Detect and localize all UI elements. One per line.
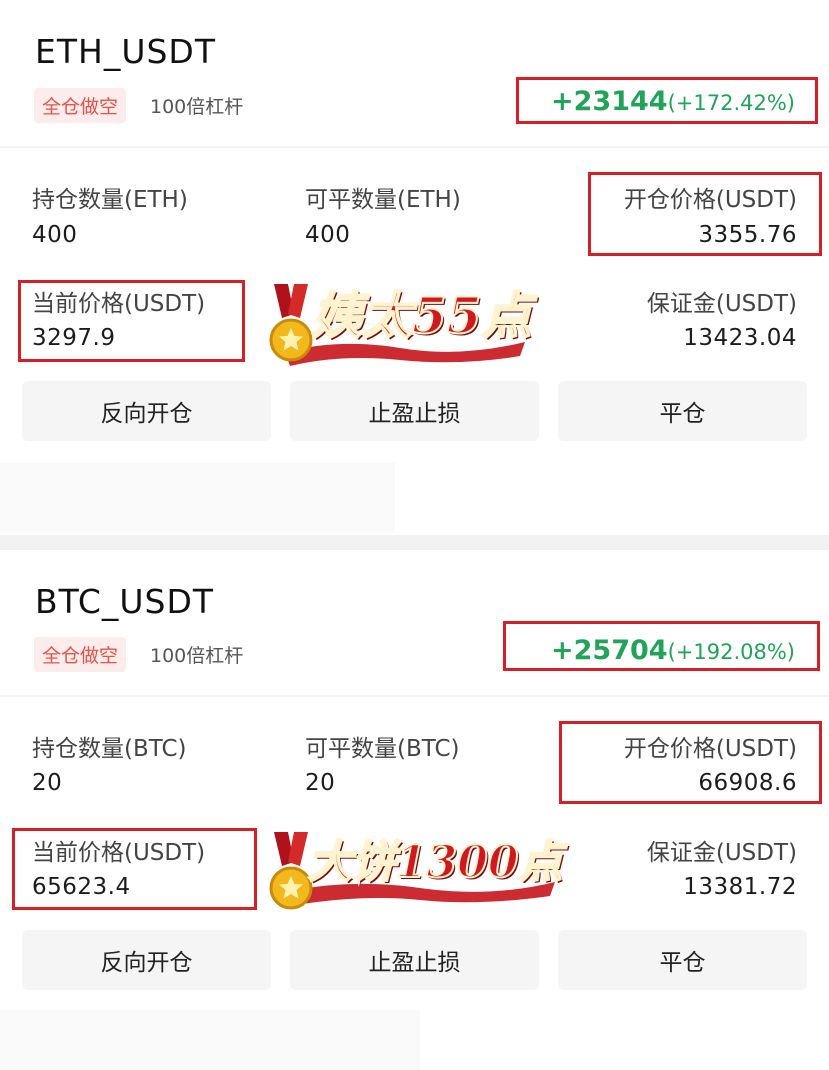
- margin-mode-badge: 全仓做空: [34, 88, 127, 123]
- leverage-label: 100倍杠杆: [150, 645, 244, 667]
- position-card-btc: BTC_USDT 全仓做空 100倍杠杆 +25704(+192.08%) 持仓…: [0, 550, 829, 1070]
- current-price-label: 当前价格(USDT): [32, 840, 206, 866]
- pnl-percent: (+192.08%): [667, 640, 795, 664]
- position-header: ETH_USDT 全仓做空 100倍杠杆 +23144(+172.42%): [0, 0, 829, 148]
- holding-qty-value: 20: [32, 770, 63, 796]
- faint-placeholder: [0, 462, 395, 532]
- pnl-highlight-box: +23144(+172.42%): [516, 77, 818, 124]
- margin-value: 13423.04: [683, 325, 797, 351]
- position-header: BTC_USDT 全仓做空 100倍杠杆 +25704(+192.08%): [0, 550, 829, 697]
- reverse-open-button[interactable]: 反向开仓: [22, 930, 271, 990]
- closable-qty-value: 20: [305, 770, 336, 796]
- card-separator: [0, 535, 829, 550]
- tp-sl-button[interactable]: 止盈止损: [290, 381, 539, 441]
- margin-value: 13381.72: [683, 874, 797, 900]
- open-price-value: 3355.76: [698, 222, 797, 248]
- faint-placeholder: [0, 1010, 420, 1070]
- stamp-text: 大饼1300点: [307, 836, 563, 889]
- pair-title: BTC_USDT: [35, 582, 215, 621]
- open-price-label: 开仓价格(USDT): [623, 736, 797, 762]
- position-card-eth: ETH_USDT 全仓做空 100倍杠杆 +23144(+172.42%) 持仓…: [0, 0, 829, 535]
- current-price-label: 当前价格(USDT): [32, 291, 206, 317]
- margin-label: 保证金(USDT): [646, 840, 797, 866]
- pnl-value: +25704: [551, 635, 668, 666]
- medal-icon: [269, 284, 313, 362]
- tp-sl-button[interactable]: 止盈止损: [290, 930, 539, 990]
- margin-label: 保证金(USDT): [646, 291, 797, 317]
- pnl-value: +23144: [551, 86, 668, 117]
- holding-qty-value: 400: [32, 222, 78, 248]
- margin-mode-badge: 全仓做空: [34, 637, 127, 672]
- close-position-button[interactable]: 平仓: [558, 381, 807, 441]
- pnl-percent: (+172.42%): [667, 91, 795, 115]
- closable-qty-value: 400: [305, 222, 351, 248]
- current-price-value: 65623.4: [32, 874, 131, 900]
- close-position-button[interactable]: 平仓: [558, 930, 807, 990]
- closable-qty-label: 可平数量(ETH): [305, 187, 461, 213]
- pair-title: ETH_USDT: [35, 32, 216, 71]
- pnl-highlight-box: +25704(+192.08%): [503, 621, 820, 671]
- divider: [0, 695, 829, 697]
- holding-qty-label: 持仓数量(BTC): [32, 736, 187, 762]
- leverage-label: 100倍杠杆: [150, 96, 244, 118]
- stamp-text: 姨太55点: [311, 285, 533, 346]
- unrealized-pnl: +25704(+192.08%): [551, 635, 795, 666]
- holding-qty-label: 持仓数量(ETH): [32, 187, 188, 213]
- reverse-open-button[interactable]: 反向开仓: [22, 381, 271, 441]
- divider: [0, 146, 829, 148]
- unrealized-pnl: +23144(+172.42%): [551, 86, 795, 117]
- current-price-value: 3297.9: [32, 325, 116, 351]
- open-price-label: 开仓价格(USDT): [623, 187, 797, 213]
- closable-qty-label: 可平数量(BTC): [305, 736, 460, 762]
- open-price-value: 66908.6: [698, 770, 797, 796]
